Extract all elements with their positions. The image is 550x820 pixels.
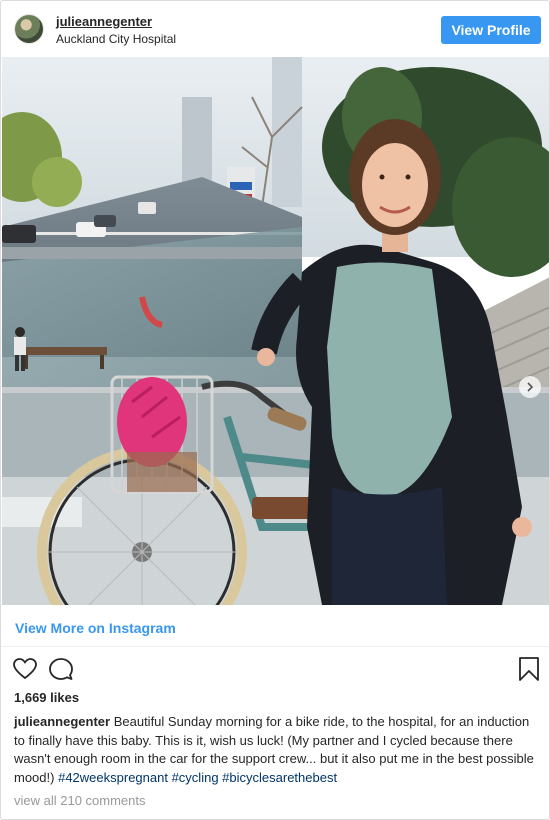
bookmark-icon — [519, 657, 539, 681]
view-profile-button[interactable]: View Profile — [441, 16, 541, 44]
chevron-right-icon — [527, 382, 534, 392]
comment-button[interactable] — [48, 656, 74, 682]
avatar[interactable] — [14, 14, 44, 44]
divider — [1, 646, 549, 647]
hashtag-link[interactable]: #cycling — [172, 770, 219, 785]
hashtag-link[interactable]: #42weekspregnant — [58, 770, 168, 785]
post-caption: julieannegenter Beautiful Sunday morning… — [14, 713, 539, 787]
heart-icon — [13, 658, 37, 680]
post-photo[interactable] — [2, 57, 549, 605]
view-more-link[interactable]: View More on Instagram — [15, 620, 176, 636]
save-button[interactable] — [516, 656, 542, 682]
location-label[interactable]: Auckland City Hospital — [56, 32, 176, 46]
instagram-embed-card: julieannegenter Auckland City Hospital V… — [0, 0, 550, 820]
carousel-next-button[interactable] — [519, 376, 541, 398]
likes-count[interactable]: 1,669 likes — [14, 690, 79, 705]
username-link[interactable]: julieannegenter — [56, 14, 152, 29]
photo-illustration — [2, 57, 549, 605]
comment-icon — [49, 658, 73, 680]
caption-username[interactable]: julieannegenter — [14, 714, 110, 729]
view-comments-link[interactable]: view all 210 comments — [14, 793, 146, 808]
like-button[interactable] — [12, 656, 38, 682]
hashtag-link[interactable]: #bicyclesarethebest — [222, 770, 337, 785]
post-header: julieannegenter Auckland City Hospital V… — [1, 1, 549, 57]
